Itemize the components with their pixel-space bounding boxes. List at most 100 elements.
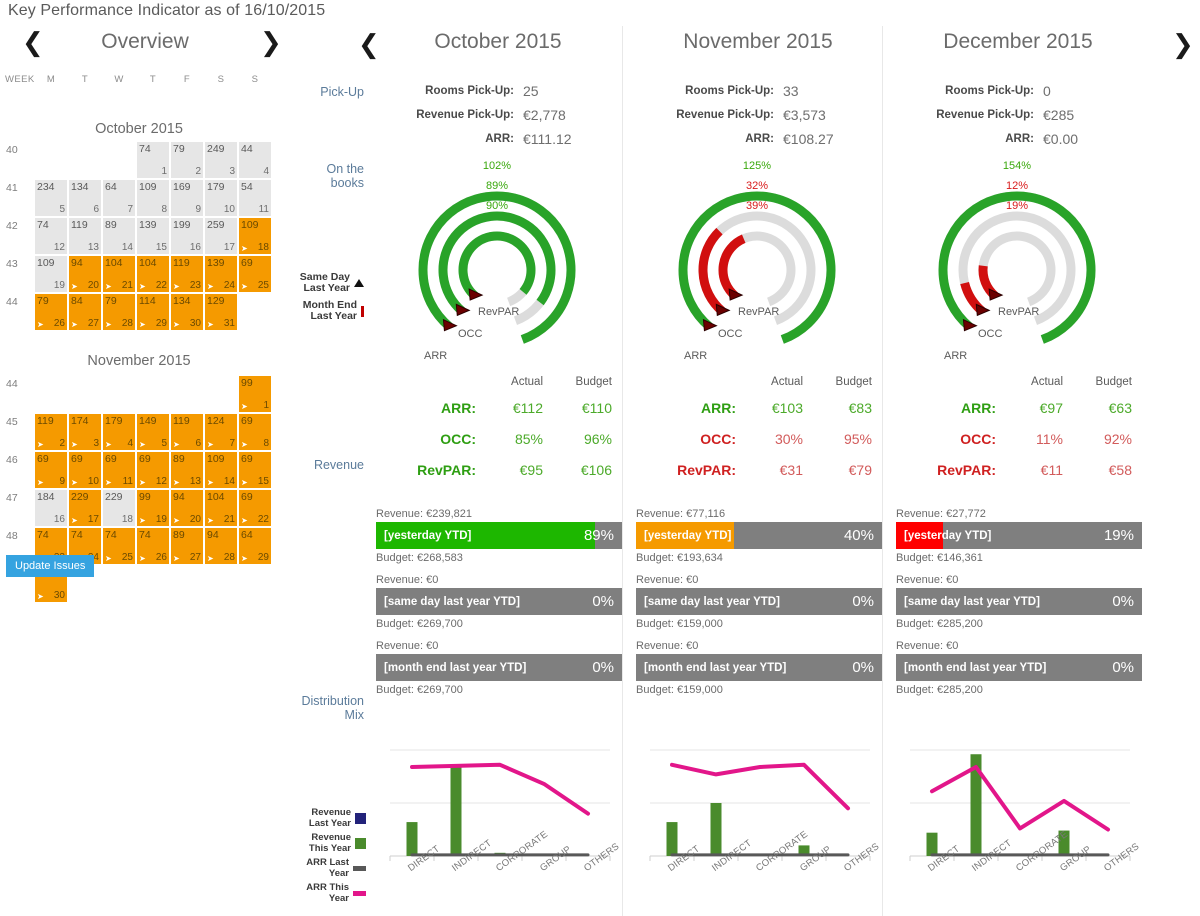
legend-label: ARR Last Year <box>306 858 349 879</box>
calendar-day-cell[interactable]: 1196 <box>170 413 204 451</box>
calendar-day-cell[interactable]: 1247 <box>204 413 238 451</box>
calendar-day-number: 23 <box>190 280 201 291</box>
distribution-mix-legend: Revenue Last YearRevenue This YearARR La… <box>296 808 366 908</box>
calendar-day-value: 99 <box>241 377 253 389</box>
calendar-dow-7: S <box>238 74 272 85</box>
calendar-day-cell[interactable]: 698 <box>238 413 272 451</box>
calendar-day-cell[interactable]: 13924 <box>204 255 238 293</box>
calendar-day-cell[interactable]: 444 <box>238 141 272 179</box>
arr-pickup-label: ARR: <box>888 131 1034 145</box>
calendar-day-cell[interactable]: 647 <box>102 179 136 217</box>
calendar-day-cell[interactable]: 1192 <box>34 413 68 451</box>
calendar-issue-flag-icon <box>207 478 217 487</box>
calendar-day-number: 2 <box>59 438 65 449</box>
calendar-day-cell[interactable]: 1346 <box>68 179 102 217</box>
calendar-day-value: 64 <box>105 181 117 193</box>
gauge-inner-label: RevPAR <box>478 306 519 318</box>
months-next-chevron-right-icon[interactable]: ❯ <box>1172 32 1194 58</box>
calendar-day-cell[interactable]: 9919 <box>136 489 170 527</box>
calendar-issue-flag-icon <box>207 282 217 291</box>
calendar-day-cell[interactable]: 1699 <box>170 179 204 217</box>
calendar-day-cell[interactable]: 8927 <box>170 527 204 565</box>
calendar-day-cell[interactable]: 10422 <box>136 255 170 293</box>
progress-bar-percent: 0% <box>592 588 614 615</box>
arr-pickup-row: ARR:€111.12 <box>368 131 618 155</box>
calendar-day-cell[interactable]: 2493 <box>204 141 238 179</box>
calendar-day-cell[interactable]: 741 <box>136 141 170 179</box>
calendar-day-cell[interactable]: 7926 <box>34 293 68 331</box>
calendar-day-cell[interactable]: 991 <box>238 375 272 413</box>
table-header-budget: Budget <box>549 376 618 400</box>
calendar-day-cell[interactable]: 22918 <box>102 489 136 527</box>
legend-label: Same Day Last Year <box>300 272 350 294</box>
calendar-day-cell[interactable]: 792 <box>170 141 204 179</box>
calendar-day-cell[interactable]: 8427 <box>68 293 102 331</box>
calendar-day-cell[interactable]: 17910 <box>204 179 238 217</box>
table-cell-budget: 92% <box>1069 431 1138 447</box>
calendar-day-cell[interactable]: 7425 <box>102 527 136 565</box>
calendar-day-value: 229 <box>71 491 89 503</box>
calendar-day-cell[interactable]: 8913 <box>170 451 204 489</box>
calendar-day-number: 19 <box>156 514 167 525</box>
calendar-day-cell[interactable]: 6429 <box>238 527 272 565</box>
calendar-day-cell[interactable]: 9428 <box>204 527 238 565</box>
calendar-day-cell <box>204 565 238 603</box>
calendar-week-number: 45 <box>0 413 34 451</box>
calendar-day-cell[interactable]: 13915 <box>136 217 170 255</box>
table-cell-budget: 95% <box>809 431 878 447</box>
calendar-day-cell[interactable]: 1794 <box>102 413 136 451</box>
calendar-day-cell[interactable]: 2345 <box>34 179 68 217</box>
calendar-issue-flag-icon <box>105 282 115 291</box>
calendar-day-value: 74 <box>105 529 117 541</box>
progress-bar-label: [same day last year YTD] <box>644 588 780 615</box>
calendar-day-cell[interactable]: 13430 <box>170 293 204 331</box>
calendar-day-number: 28 <box>224 552 235 563</box>
table-header-row: ActualBudget <box>368 376 618 400</box>
calendar-day-cell[interactable]: 1495 <box>136 413 170 451</box>
calendar-day-cell[interactable]: 7412 <box>34 217 68 255</box>
calendar-day-cell[interactable]: 11913 <box>68 217 102 255</box>
calendar-day-cell[interactable]: 1743 <box>68 413 102 451</box>
calendar-day-cell[interactable]: 19916 <box>170 217 204 255</box>
calendar-day-cell[interactable]: 7928 <box>102 293 136 331</box>
calendar-day-cell[interactable]: 5411 <box>238 179 272 217</box>
calendar-day-cell[interactable]: 6922 <box>238 489 272 527</box>
calendar-day-cell[interactable]: 6912 <box>136 451 170 489</box>
table-cell-actual: 85% <box>480 431 549 447</box>
calendar-day-cell[interactable]: 22917 <box>68 489 102 527</box>
update-issues-button[interactable]: Update Issues <box>6 555 94 577</box>
calendar-week-row: 44991 <box>0 375 272 413</box>
calendar-day-cell[interactable]: 12931 <box>204 293 238 331</box>
calendar-day-cell[interactable]: 8914 <box>102 217 136 255</box>
calendar-issue-flag-icon <box>139 440 149 449</box>
calendar-day-cell[interactable]: 11923 <box>170 255 204 293</box>
calendar-day-number: 26 <box>54 318 65 329</box>
calendar-day-cell[interactable]: 18416 <box>34 489 68 527</box>
calendar-day-cell[interactable]: 6925 <box>238 255 272 293</box>
progress-budget-caption: Budget: €285,200 <box>896 618 1142 630</box>
calendar-day-cell[interactable]: 699 <box>34 451 68 489</box>
calendar-day-number: 30 <box>190 318 201 329</box>
gauge-svg <box>368 168 626 368</box>
calendar-day-cell[interactable]: 10914 <box>204 451 238 489</box>
calendar-day-number: 14 <box>122 242 133 253</box>
calendar-issue-flag-icon <box>105 478 115 487</box>
calendar-day-cell[interactable]: 7426 <box>136 527 170 565</box>
progress-bar: [yesterday YTD]19% <box>896 522 1142 549</box>
calendar-day-cell[interactable]: 11429 <box>136 293 170 331</box>
table-cell-budget: €106 <box>549 462 618 478</box>
calendar-day-cell[interactable]: 10421 <box>102 255 136 293</box>
calendar-day-cell[interactable]: 9420 <box>170 489 204 527</box>
overview-next-chevron-right-icon[interactable]: ❯ <box>260 30 282 56</box>
calendar-day-cell[interactable]: 10421 <box>204 489 238 527</box>
calendar-day-cell[interactable]: 6911 <box>102 451 136 489</box>
calendar-day-cell[interactable]: 10918 <box>238 217 272 255</box>
calendar-day-cell[interactable]: 25917 <box>204 217 238 255</box>
calendar-issue-flag-icon <box>37 592 47 601</box>
table-row: ARR:€112€110 <box>368 400 618 431</box>
calendar-day-cell[interactable]: 6915 <box>238 451 272 489</box>
calendar-day-cell[interactable]: 9420 <box>68 255 102 293</box>
calendar-day-cell[interactable]: 6910 <box>68 451 102 489</box>
calendar-day-cell[interactable]: 10919 <box>34 255 68 293</box>
calendar-day-cell[interactable]: 1098 <box>136 179 170 217</box>
